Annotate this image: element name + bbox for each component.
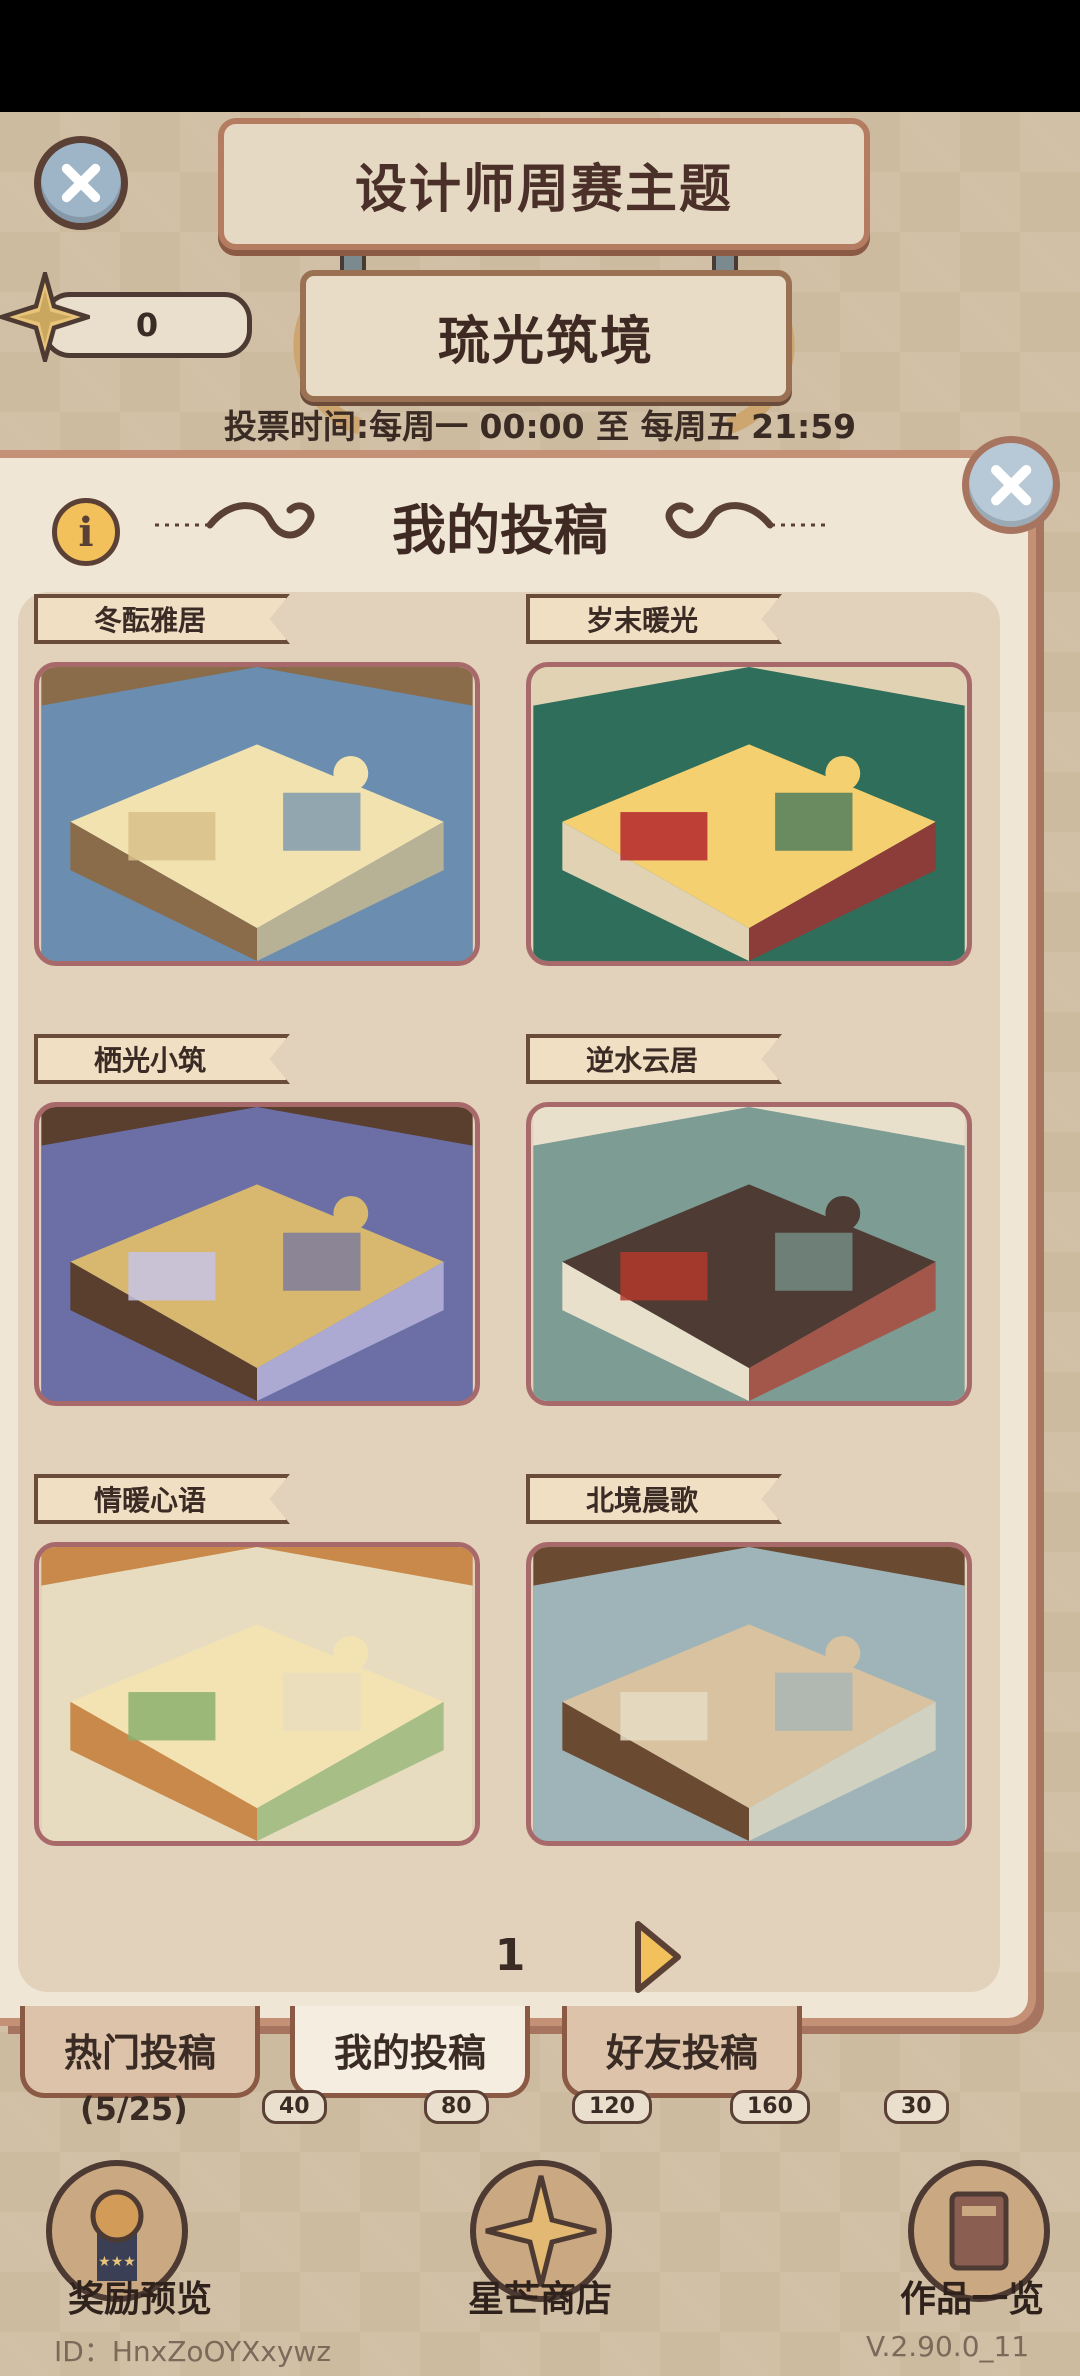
progress-count: (5/25) [80, 2090, 188, 2128]
submission-title: 岁末暖光 [526, 594, 782, 644]
submission-title: 情暖心语 [34, 1474, 290, 1524]
close-button-panel[interactable] [962, 436, 1060, 534]
nav-label: 星芒商店 [467, 2279, 612, 2320]
close-button-top[interactable] [34, 136, 128, 230]
close-icon [61, 163, 101, 203]
tab-label: 热门投稿 [63, 2031, 216, 2075]
star-count: 0 [135, 306, 159, 344]
submission-card[interactable]: 逆水云居 [526, 1034, 972, 1406]
tab-label: 我的投稿 [333, 2031, 486, 2075]
submission-title: 逆水云居 [526, 1034, 782, 1084]
submission-card[interactable]: 栖光小筑 [34, 1034, 480, 1406]
version-label: V.2.90.0_11 [866, 2330, 1030, 2363]
submission-thumbnail [526, 1102, 972, 1406]
submission-title: 栖光小筑 [34, 1034, 290, 1084]
submission-thumbnail [526, 662, 972, 966]
title-ornament-left-icon [155, 502, 315, 539]
vote-time: 投票时间:每周一 00:00 至 每周五 21:59 [223, 407, 857, 446]
svg-text:★★★: ★★★ [98, 2254, 136, 2270]
theme-name: 琉光筑境 [437, 311, 654, 372]
page-number: 1 [494, 1930, 526, 1981]
info-icon: i [78, 508, 94, 556]
milestone-badge: 160 [730, 2090, 810, 2124]
status-bar [0, 0, 1080, 112]
nav-label: 奖励预览 [67, 2279, 212, 2320]
submission-title: 北境晨歌 [526, 1474, 782, 1524]
close-icon [990, 464, 1032, 506]
submission-card[interactable]: 情暖心语 [34, 1474, 480, 1846]
milestone-badge: 40 [262, 2090, 327, 2124]
submission-card[interactable]: 冬酝雅居 [34, 594, 480, 966]
theme-plate: 琉光筑境 [300, 270, 792, 402]
panel-title: 我的投稿 [392, 499, 608, 562]
contest-title-sign: 设计师周赛主题 [218, 118, 870, 250]
nav-label: 作品一览 [899, 2279, 1044, 2320]
tab-friend-submissions[interactable]: 好友投稿 [562, 2006, 802, 2098]
submission-card[interactable]: 岁末暖光 [526, 594, 972, 966]
title-ornament-right-icon [665, 502, 825, 539]
milestone-badge: 30 [884, 2090, 949, 2124]
user-id: ID：HnxZoOYXxywz [54, 2335, 332, 2368]
submission-title: 冬酝雅居 [34, 594, 290, 644]
submission-thumbnail [34, 662, 480, 966]
info-button[interactable]: i [52, 498, 120, 566]
submission-thumbnail [526, 1542, 972, 1846]
submission-card[interactable]: 北境晨歌 [526, 1474, 972, 1846]
tab-hot-submissions[interactable]: 热门投稿 [20, 2006, 260, 2098]
milestone-badge: 120 [572, 2090, 652, 2124]
next-page-button[interactable] [632, 1920, 682, 1994]
tab-label: 好友投稿 [605, 2031, 758, 2075]
contest-title: 设计师周赛主题 [354, 159, 733, 220]
submission-thumbnail [34, 1542, 480, 1846]
tab-my-submissions[interactable]: 我的投稿 [290, 2006, 530, 2098]
star-icon [0, 272, 90, 362]
milestone-badge: 80 [424, 2090, 489, 2124]
submission-thumbnail [34, 1102, 480, 1406]
